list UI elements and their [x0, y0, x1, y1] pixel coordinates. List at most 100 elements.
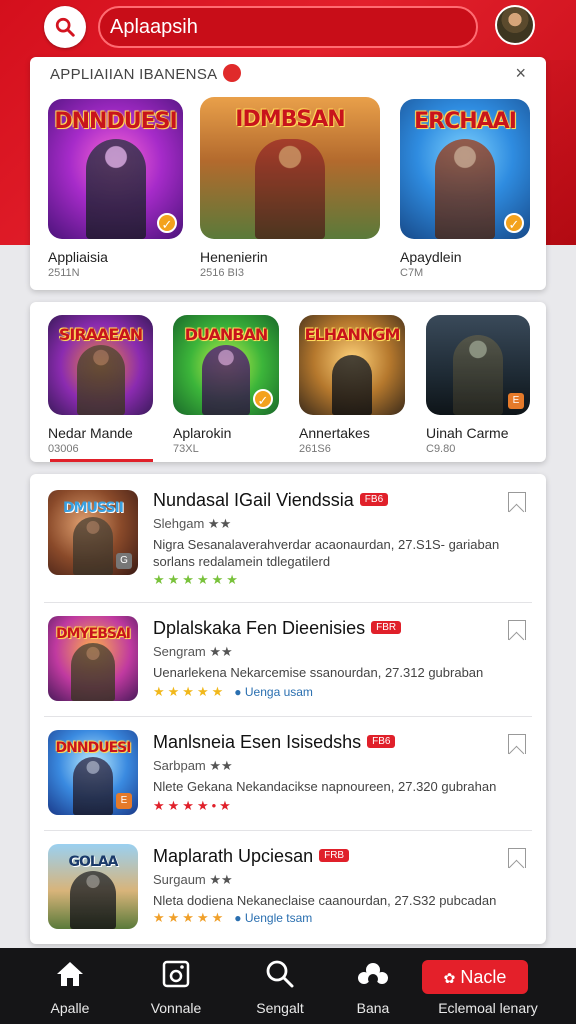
avatar[interactable] [495, 5, 535, 45]
bookmark-icon[interactable] [508, 848, 526, 868]
character-figure [70, 871, 116, 929]
cta-caption: Eclemoal lenary [438, 1000, 538, 1016]
rating-badge-icon: E [508, 393, 524, 409]
rating-badge-icon: G [116, 553, 132, 569]
tile-name: Henenierin [200, 249, 268, 265]
nav-search[interactable]: Sengalt [230, 948, 330, 1024]
top-bar: Aplaapsih [0, 0, 576, 56]
list-item[interactable]: DNNDUESI E Manlsneia Esen Isisedshs FB6 S… [30, 716, 546, 830]
item-tag: FB6 [359, 492, 389, 506]
active-tab-indicator [50, 459, 153, 462]
info-icon: ● [234, 685, 242, 699]
game-art: SIRAAEAN [48, 315, 153, 415]
character-figure [71, 643, 115, 701]
character-figure [202, 345, 250, 415]
game-art: DUANBAN ✓ [173, 315, 279, 415]
search-icon [266, 960, 294, 988]
character-figure [255, 139, 325, 239]
game-art: DNNDUESI ✓ [48, 99, 183, 239]
bookmark-icon[interactable] [508, 620, 526, 640]
game-art: ELHANNGM [299, 315, 405, 415]
rating-badge-icon: E [116, 793, 132, 809]
bottom-navigation: Apalle Vonnale Sengalt Bana ✿ Nacle Ecle… [0, 948, 576, 1024]
item-developer: Slehgam ★★ [153, 516, 232, 531]
featured-tile-1[interactable]: DNNDUESI ✓ Appliaisia 2511N [48, 99, 183, 279]
close-icon[interactable]: × [515, 63, 526, 84]
camera-icon [162, 960, 190, 988]
tile-name: Nedar Mande [48, 425, 133, 441]
tile-name: Apaydlein [400, 249, 462, 265]
item-link[interactable]: ● Uengle tsam [234, 911, 312, 925]
carousel-tile-3[interactable]: ELHANNGM Annertakes 261S6 [299, 315, 405, 455]
tile-size: 03006 [48, 443, 79, 455]
list-item[interactable]: GOLAA Maplarath Upciesan FRB Surgaum ★★ N… [30, 830, 546, 944]
featured-card: APPLIAIIAN IBANENSA × DNNDUESI ✓ Appliai… [30, 57, 546, 290]
character-figure [435, 139, 495, 239]
item-description: Uenarlekena Nekarcemise ssanourdan, 27.3… [153, 665, 484, 680]
item-rating: ★★★★★ ● Uengle tsam [153, 910, 312, 926]
item-rating: ★★★★★★ [153, 572, 241, 588]
game-art: GOLAA [48, 844, 138, 929]
item-description: Nlete Gekana Nekandacikse napnoureen, 27… [153, 779, 497, 794]
game-art: E [426, 315, 530, 415]
carousel-tile-4[interactable]: E Uinah Carme C9.80 [426, 315, 530, 455]
tile-name: Uinah Carme [426, 425, 509, 441]
game-icon [358, 963, 388, 984]
carousel-tile-2[interactable]: DUANBAN ✓ Aplarokin 73XL [173, 315, 279, 455]
tile-size: 2511N [48, 267, 80, 279]
home-icon [57, 962, 83, 986]
tile-size: 2516 BI3 [200, 267, 245, 279]
games-carousel-card: SIRAAEAN Nedar Mande 03006 DUANBAN ✓ Apl… [30, 302, 546, 462]
game-art: IDMBSAN [200, 97, 380, 239]
nav-camera[interactable]: Vonnale [126, 948, 226, 1024]
bookmark-icon[interactable] [508, 734, 526, 754]
character-figure [85, 139, 146, 239]
featured-tile-2[interactable]: IDMBSAN Henenierin 2516 BI3 [200, 97, 380, 279]
item-link[interactable]: ● Uenga usam [234, 685, 313, 699]
game-list: DMUSSII G Nundasal IGail Viendssia FB6 Sl… [30, 474, 546, 944]
list-item[interactable]: DMYEBSAI Dplalskaka Fen Dieenisies FBR Se… [30, 602, 546, 716]
cta-button[interactable]: ✿ Nacle [422, 960, 528, 994]
character-figure [332, 355, 372, 415]
tile-name: Annertakes [299, 425, 370, 441]
game-art: DNNDUESI E [48, 730, 138, 815]
bookmark-icon[interactable] [508, 492, 526, 512]
tile-name: Appliaisia [48, 249, 108, 265]
game-controller-icon: ✿ [443, 970, 456, 986]
tile-size: C7M [400, 267, 424, 279]
character-figure [73, 517, 113, 575]
nav-home[interactable]: Apalle [20, 948, 120, 1024]
nav-label: Apalle [50, 1000, 90, 1016]
search-icon [55, 17, 75, 37]
check-icon: ✓ [157, 213, 177, 233]
rating-stars: ★★★★★ [153, 684, 227, 699]
tile-size: 73XL [173, 443, 199, 455]
search-input[interactable]: Aplaapsih [98, 6, 478, 48]
character-figure [73, 757, 113, 815]
item-title: Dplalskaka Fen Dieenisies FBR [153, 618, 402, 639]
nav-label: Vonnale [150, 1000, 202, 1016]
rating-stars: ★★★★★ [153, 910, 227, 925]
item-developer: Sarbpam ★★ [153, 758, 233, 773]
item-description: Nigra Sesanalaverahverdar acaonaurdan, 2… [153, 537, 500, 569]
item-tag: FRB [319, 848, 350, 862]
list-item[interactable]: DMUSSII G Nundasal IGail Viendssia FB6 Sl… [30, 474, 546, 602]
tile-name: Aplarokin [173, 425, 232, 441]
item-title: Maplarath Upciesan FRB [153, 846, 350, 867]
character-figure [453, 335, 503, 415]
rating-stars: ★★★★★★ [153, 572, 241, 587]
item-developer: Surgaum ★★ [153, 872, 233, 887]
game-art: DMYEBSAI [48, 616, 138, 701]
featured-title: APPLIAIIAN IBANENSA [50, 64, 242, 84]
featured-badge-icon [223, 64, 242, 83]
check-icon: ✓ [504, 213, 524, 233]
carousel-tile-1[interactable]: SIRAAEAN Nedar Mande 03006 [48, 315, 153, 455]
nav-label: Sengalt [256, 1000, 304, 1016]
search-button[interactable] [44, 6, 86, 48]
item-tag: FB6 [367, 734, 396, 748]
tile-size: 261S6 [299, 443, 331, 455]
item-description: Nleta dodiena Nekaneclaise caanourdan, 2… [153, 893, 497, 908]
rating-stars: ★★★★•★ [153, 798, 234, 813]
featured-tile-3[interactable]: ERCHAAI ✓ Apaydlein C7M [400, 99, 530, 279]
item-title: Manlsneia Esen Isisedshs FB6 [153, 732, 396, 753]
